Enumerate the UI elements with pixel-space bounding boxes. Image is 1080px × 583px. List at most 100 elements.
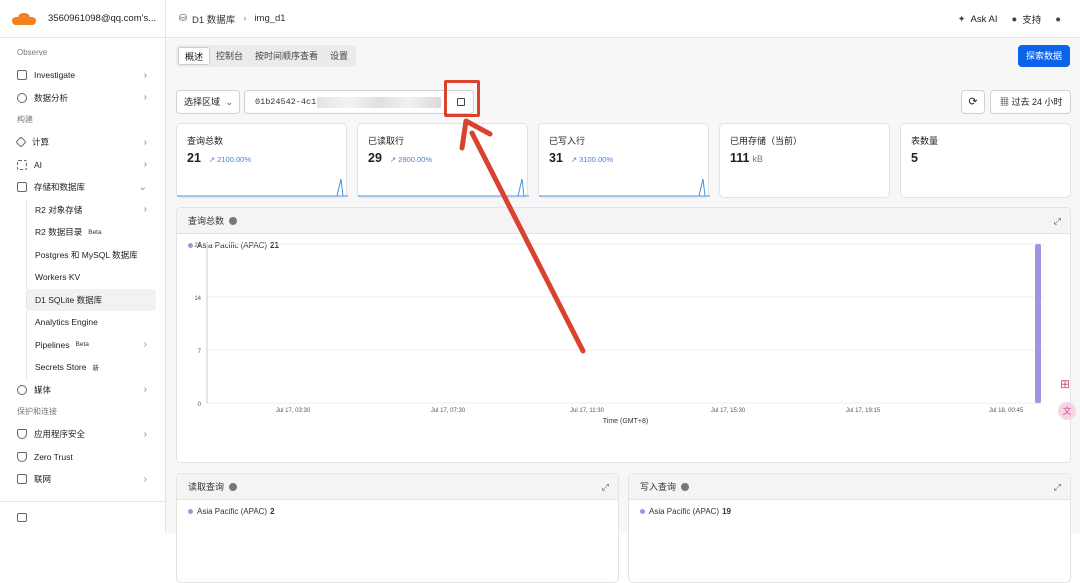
sidebar-item-analytics-engine[interactable]: Analytics Engine xyxy=(26,311,156,334)
metric-value: 29 xyxy=(368,151,382,165)
time-range-select[interactable]: ▦ 过去 24 小时 xyxy=(990,90,1071,114)
metric-change: 3100.00% xyxy=(579,155,613,164)
sidebar-item-label: AI xyxy=(34,160,42,170)
chart-legend[interactable]: Asia Pacific (APAC)19 xyxy=(629,507,1070,516)
metric-title: 已用存储（当前） xyxy=(730,134,879,147)
explore-data-button[interactable]: 探索数据 xyxy=(1018,45,1070,67)
legend-dot xyxy=(188,509,193,514)
chevron-right-icon: › xyxy=(144,429,147,440)
chevron-right-icon: › xyxy=(144,474,147,485)
x-tick-label: Jul 17, 19:15 xyxy=(846,408,881,414)
sidebar-item-investigate[interactable]: Investigate› xyxy=(0,64,165,87)
clock-icon xyxy=(17,93,27,103)
tab-console[interactable]: 控制台 xyxy=(210,47,249,65)
sidebar-item-label: R2 数据目录 xyxy=(35,226,82,238)
sidebar-item-d1[interactable]: D1 SQLite 数据库 xyxy=(26,289,156,312)
info-icon[interactable] xyxy=(229,483,237,491)
sidebar-item-secrets-store[interactable]: Secrets Store新 xyxy=(26,356,156,379)
sidebar-item-label: 应用程序安全 xyxy=(34,428,85,440)
sidebar-item-label: 数据分析 xyxy=(34,92,68,104)
x-axis-label: Time (GMT+8) xyxy=(603,418,648,425)
sidebar-item-label: Workers KV xyxy=(35,272,80,282)
sidebar-item-r2[interactable]: R2 对象存储 › xyxy=(26,199,156,222)
metric-title: 表数量 xyxy=(911,134,1060,147)
legend-dot xyxy=(640,509,645,514)
refresh-button[interactable]: ⟳ xyxy=(961,90,985,114)
metric-title: 已读取行 xyxy=(368,134,517,147)
shield-check-icon xyxy=(17,452,27,462)
metric-card-tables[interactable]: 表数量 5 xyxy=(900,123,1071,198)
folder-icon xyxy=(17,182,27,192)
metric-value: 31 xyxy=(549,151,563,165)
qr-code-icon[interactable]: ⊞ xyxy=(1060,377,1074,391)
tab-overview[interactable]: 概述 xyxy=(178,47,210,65)
bar xyxy=(1035,244,1041,403)
compute-icon xyxy=(15,137,26,148)
sidebar-item-label: Analytics Engine xyxy=(35,317,98,327)
top-bar: ⛁ D1 数据库 › img_d1 ✦Ask AI ●支持 ● xyxy=(166,0,1080,38)
expand-icon[interactable]: ⤢ xyxy=(602,474,609,500)
metric-value: 21 xyxy=(187,151,201,165)
metric-card-rows-written[interactable]: 已写入行 31↗3100.00% xyxy=(538,123,709,198)
beta-badge: Beta xyxy=(88,229,101,236)
metric-card-rows-read[interactable]: 已读取行 29↗2900.00% xyxy=(357,123,528,198)
region-select[interactable]: 选择区域⌄ xyxy=(176,90,240,114)
sidebar-item-r2-catalog[interactable]: R2 数据目录 Beta xyxy=(26,221,156,244)
support-button[interactable]: ●支持 xyxy=(1011,12,1041,26)
metric-card-queries[interactable]: 查询总数 21↗2100.00% xyxy=(176,123,347,198)
sidebar-item-label: 存储和数据库 xyxy=(34,181,85,193)
collapse-sidebar-icon[interactable] xyxy=(17,513,27,522)
sparkline xyxy=(539,175,710,197)
sidebar-item-storage[interactable]: 存储和数据库⌄ xyxy=(0,176,165,199)
panel-title: 读取查询 xyxy=(188,482,224,492)
sidebar-item-app-security[interactable]: 应用程序安全 › xyxy=(0,423,165,446)
metric-title: 已写入行 xyxy=(549,134,698,147)
sidebar-item-networking[interactable]: 联网 › xyxy=(0,468,165,491)
legend-label: Asia Pacific (APAC) xyxy=(649,507,719,516)
write-queries-panel: 写入查询⤢ Asia Pacific (APAC)19 xyxy=(628,473,1071,583)
chart-legend[interactable]: Asia Pacific (APAC)2 xyxy=(177,507,618,516)
sidebar-item-media[interactable]: 媒体› xyxy=(0,379,165,402)
expand-icon[interactable]: ⤢ xyxy=(1054,208,1061,234)
sidebar-item-ai[interactable]: AI› xyxy=(0,154,165,177)
metric-unit: kB xyxy=(752,154,763,164)
redacted-blur xyxy=(317,97,441,108)
chevron-right-icon: › xyxy=(144,92,147,103)
sidebar-item-label: 联网 xyxy=(34,473,51,485)
sidebar-item-pipelines[interactable]: PipelinesBeta› xyxy=(26,334,156,357)
expand-icon[interactable]: ⤢ xyxy=(1054,474,1061,500)
account-header[interactable]: 3560961098@qq.com's... xyxy=(0,0,165,38)
sidebar-item-workers-kv[interactable]: Workers KV xyxy=(26,266,156,289)
legend-value: 2 xyxy=(270,507,274,516)
user-icon: ● xyxy=(1055,14,1061,25)
section-observe: Observe xyxy=(0,42,165,64)
section-build: 构建 xyxy=(0,109,165,131)
metric-value: 111 xyxy=(730,151,749,165)
info-icon[interactable] xyxy=(229,217,237,225)
sidebar: 3560961098@qq.com's... Observe Investiga… xyxy=(0,0,166,533)
breadcrumb-db[interactable]: img_d1 xyxy=(254,13,285,24)
sidebar-item-label: R2 对象存储 xyxy=(35,204,82,216)
sidebar-item-label: D1 SQLite 数据库 xyxy=(35,294,102,306)
metric-card-storage[interactable]: 已用存储（当前） 111kB xyxy=(719,123,890,198)
legend-label: Asia Pacific (APAC) xyxy=(197,507,267,516)
media-icon xyxy=(17,385,27,395)
sparkle-icon: ✦ xyxy=(958,14,966,25)
sidebar-item-compute[interactable]: 计算› xyxy=(0,131,165,154)
chevron-right-icon: › xyxy=(144,339,147,350)
sidebar-item-postgres[interactable]: Postgres 和 MySQL 数据库 xyxy=(26,244,156,267)
tab-timeline[interactable]: 按时间顺序查看 xyxy=(249,47,324,65)
info-icon[interactable] xyxy=(681,483,689,491)
region-select-label: 选择区域 xyxy=(184,97,220,107)
chevron-right-icon: › xyxy=(144,204,147,215)
tab-settings[interactable]: 设置 xyxy=(324,47,354,65)
user-menu-button[interactable]: ● xyxy=(1055,14,1066,25)
section-protect: 保护和连接 xyxy=(0,401,165,423)
translate-icon[interactable]: 文 xyxy=(1058,402,1076,420)
y-tick-label: 0 xyxy=(198,402,202,408)
sidebar-item-analytics[interactable]: 数据分析 › xyxy=(0,87,165,110)
ask-ai-button[interactable]: ✦Ask AI xyxy=(958,14,998,25)
sidebar-item-zero-trust[interactable]: Zero Trust xyxy=(0,446,165,469)
breadcrumb-d1[interactable]: D1 数据库 xyxy=(192,12,235,26)
shield-icon xyxy=(17,429,27,439)
